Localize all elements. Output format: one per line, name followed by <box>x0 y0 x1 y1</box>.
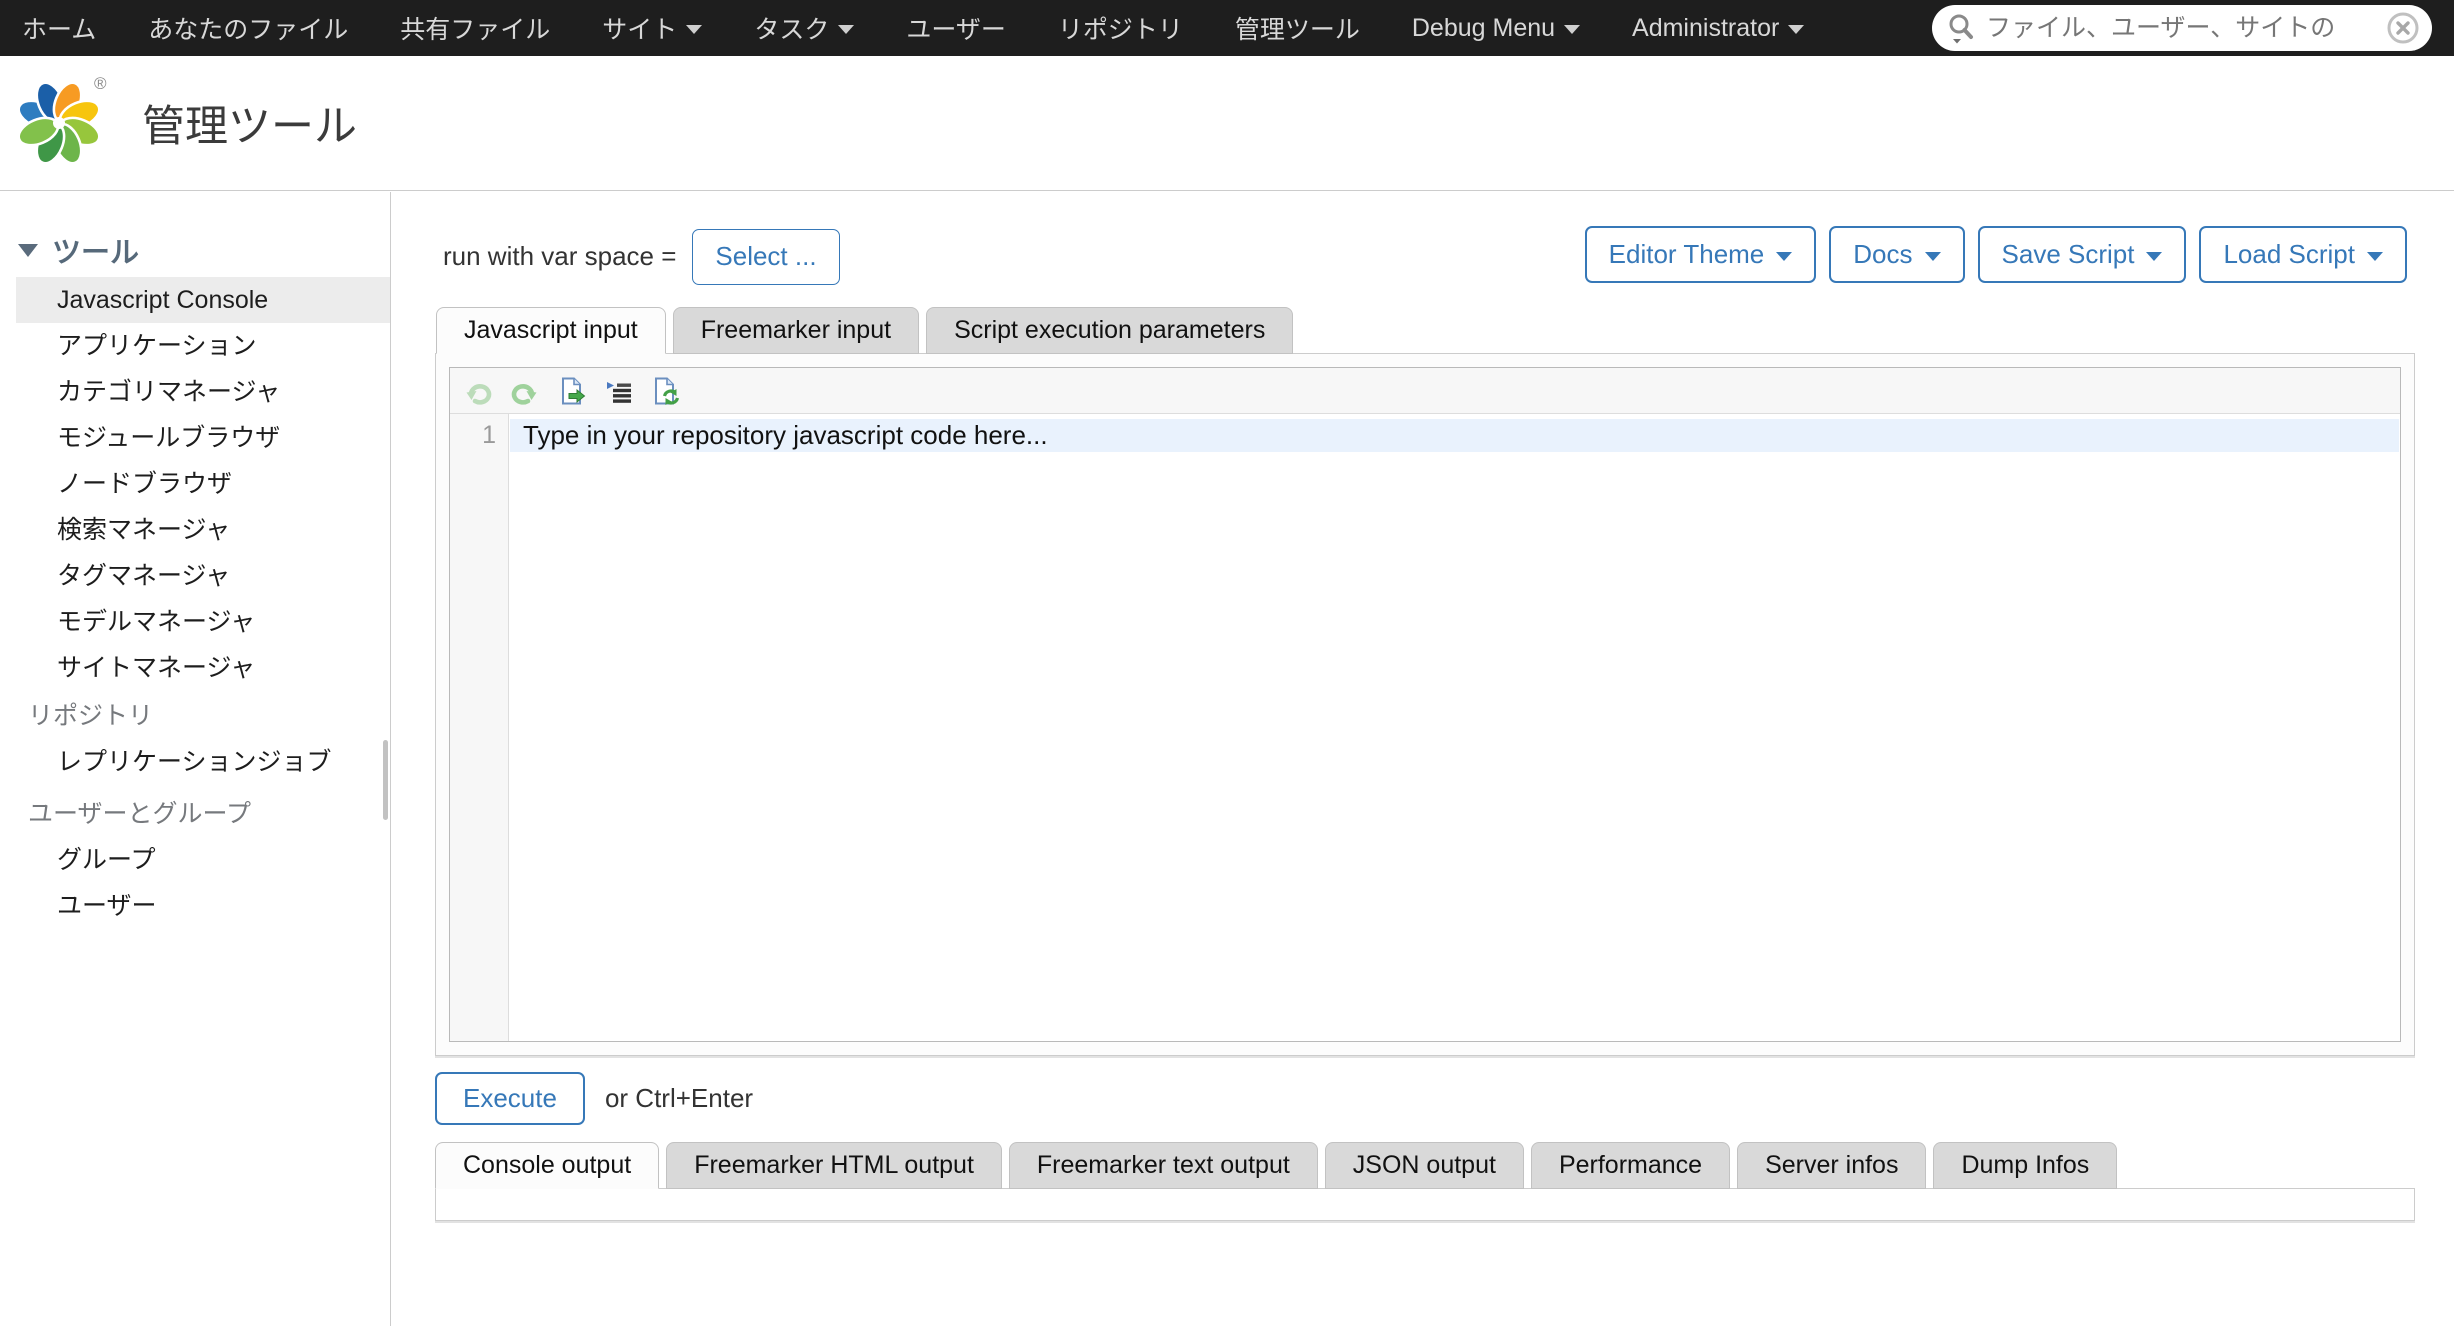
tab-server-infos[interactable]: Server infos <box>1737 1142 1927 1189</box>
tab-javascript-input[interactable]: Javascript input <box>436 307 666 354</box>
admin-console-page: ホーム あなたのファイル 共有ファイル サイト タスク ユーザー リポジトリ 管… <box>0 0 2454 1326</box>
redo-icon[interactable] <box>510 376 540 406</box>
docs-button[interactable]: Docs <box>1829 226 1965 283</box>
nav-item-people[interactable]: ユーザー <box>906 10 1006 46</box>
search-input[interactable] <box>1986 13 2376 43</box>
chevron-down-icon <box>1564 25 1581 34</box>
tab-freemarker-input[interactable]: Freemarker input <box>672 307 920 354</box>
nav-item-admin-tools[interactable]: 管理ツール <box>1235 10 1360 46</box>
undo-icon[interactable] <box>463 376 493 406</box>
chevron-down-icon <box>686 25 703 34</box>
sidebar-item-replication-jobs[interactable]: レプリケーションジョブ <box>0 739 390 785</box>
execute-row: Execute or Ctrl+Enter <box>435 1072 2454 1125</box>
sidebar-item-tag-manager[interactable]: タグマネージャ <box>0 553 390 599</box>
tab-script-execution-parameters[interactable]: Script execution parameters <box>926 307 1294 354</box>
chevron-down-icon <box>2146 252 2163 261</box>
nav-item-my-files[interactable]: あなたのファイル <box>148 10 348 46</box>
nav-item-sites[interactable]: サイト <box>602 10 703 46</box>
execute-shortcut-hint: or Ctrl+Enter <box>604 1083 754 1113</box>
clear-circle-icon[interactable] <box>2386 11 2420 45</box>
tab-console-output[interactable]: Console output <box>435 1142 660 1189</box>
sidebar-item-site-manager[interactable]: サイトマネージャ <box>0 645 390 691</box>
sidebar-item-groups[interactable]: グループ <box>0 837 390 883</box>
sidebar-section-users-groups: ユーザーとグループ <box>28 800 252 828</box>
global-search-box[interactable] <box>1932 5 2432 51</box>
editor-theme-button[interactable]: Editor Theme <box>1584 226 1817 283</box>
editor-area[interactable]: 1 Type in your repository javascript cod… <box>450 414 2400 1041</box>
admin-tools-sidebar: ツール Javascript Console アプリケーション カテゴリマネージ… <box>0 192 391 1326</box>
tab-freemarker-html-output[interactable]: Freemarker HTML output <box>666 1142 1002 1189</box>
page-title: 管理ツール <box>142 103 357 151</box>
sidebar-item-category-manager[interactable]: カテゴリマネージャ <box>0 369 390 415</box>
load-document-icon[interactable] <box>557 376 587 406</box>
sidebar-section-tools[interactable]: ツール <box>18 229 390 271</box>
console-menu-buttons: Editor Theme Docs Save Script Load Scrip… <box>1584 226 2407 283</box>
editor-toolbar <box>450 368 2400 414</box>
sidebar-item-search-manager[interactable]: 検索マネージャ <box>0 507 390 553</box>
sidebar-item-module-browser[interactable]: モジュールブラウザ <box>0 415 390 461</box>
console-output-panel <box>435 1188 2415 1221</box>
sidebar-scrollbar-thumb[interactable] <box>383 740 388 820</box>
chevron-down-icon <box>1776 252 1793 261</box>
tab-performance[interactable]: Performance <box>1530 1142 1731 1189</box>
tab-json-output[interactable]: JSON output <box>1324 1142 1524 1189</box>
sidebar-item-users[interactable]: ユーザー <box>0 883 390 929</box>
nav-item-repository[interactable]: リポジトリ <box>1058 10 1183 46</box>
search-icon[interactable] <box>1946 12 1976 44</box>
tab-dump-infos[interactable]: Dump Infos <box>1933 1142 2118 1189</box>
sidebar-item-node-browser[interactable]: ノードブラウザ <box>0 461 390 507</box>
sidebar-section-repository: リポジトリ <box>28 702 154 730</box>
sidebar-item-model-manager[interactable]: モデルマネージャ <box>0 599 390 645</box>
nav-item-tasks[interactable]: タスク <box>754 10 855 46</box>
chevron-down-icon <box>2367 252 2383 261</box>
save-script-button[interactable]: Save Script <box>1977 226 2187 283</box>
chevron-down-icon <box>1788 25 1805 34</box>
top-navigation-bar: ホーム あなたのファイル 共有ファイル サイト タスク ユーザー リポジトリ 管… <box>0 0 2454 56</box>
nav-item-home[interactable]: ホーム <box>22 10 96 46</box>
alfresco-flower-logo <box>17 81 101 165</box>
line-number: 1 <box>482 421 496 449</box>
var-space-label: run with var space = <box>443 241 677 271</box>
reload-document-icon[interactable] <box>651 376 681 406</box>
sidebar-item-javascript-console[interactable]: Javascript Console <box>16 277 390 323</box>
nav-item-shared-files[interactable]: 共有ファイル <box>400 10 550 46</box>
select-var-space-button[interactable]: Select ... <box>692 228 840 285</box>
javascript-input-panel: 1 Type in your repository javascript cod… <box>435 353 2415 1056</box>
tab-freemarker-text-output[interactable]: Freemarker text output <box>1008 1142 1318 1189</box>
input-tabs: Javascript input Freemarker input Script… <box>436 307 2454 354</box>
nav-item-user-menu[interactable]: Administrator <box>1632 14 1805 43</box>
javascript-console-main: run with var space = Select ... Editor T… <box>392 192 2454 1326</box>
chevron-down-icon <box>838 25 855 34</box>
triangle-down-icon <box>18 243 38 257</box>
sidebar-item-application[interactable]: アプリケーション <box>0 323 390 369</box>
editor-code-line[interactable]: Type in your repository javascript code … <box>510 419 2399 452</box>
load-script-button[interactable]: Load Script <box>2199 226 2407 283</box>
page-header: ® 管理ツール <box>0 56 2454 191</box>
nav-item-debug-menu[interactable]: Debug Menu <box>1412 14 1581 43</box>
editor-gutter: 1 <box>450 414 509 1041</box>
execute-button[interactable]: Execute <box>435 1072 585 1125</box>
registered-trademark: ® <box>94 74 107 93</box>
code-editor: 1 Type in your repository javascript cod… <box>449 367 2401 1042</box>
output-tabs: Console output Freemarker HTML output Fr… <box>435 1142 2454 1189</box>
chevron-down-icon <box>1924 252 1941 261</box>
indent-icon[interactable] <box>604 376 634 406</box>
